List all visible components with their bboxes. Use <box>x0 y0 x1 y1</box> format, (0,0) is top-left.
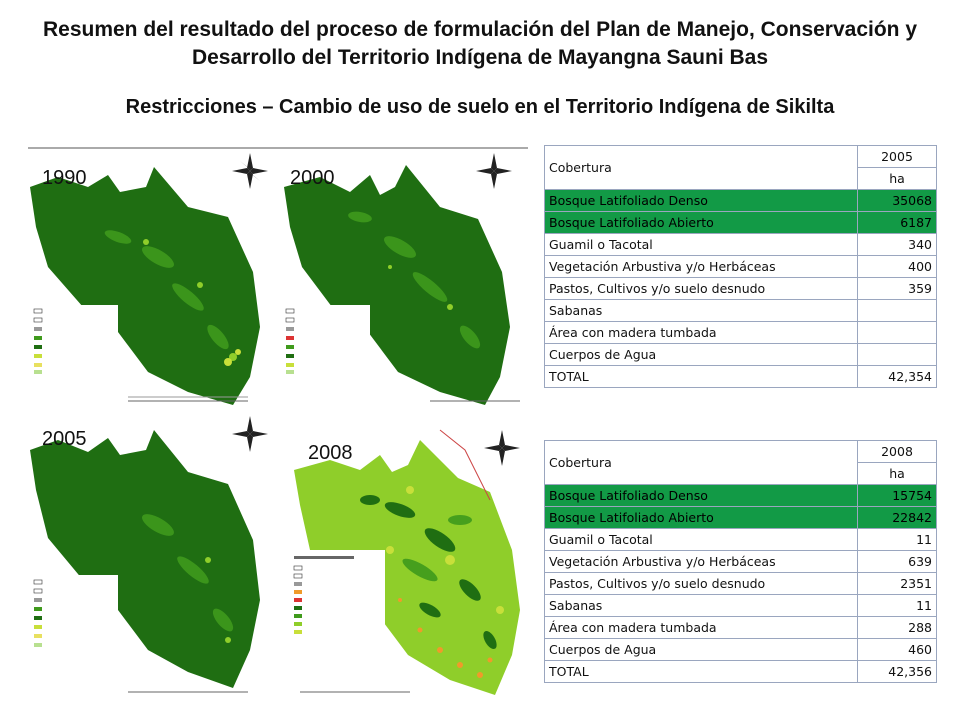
cover-label: Bosque Latifoliado Abierto <box>543 211 859 234</box>
cover-value: 35068 <box>857 189 937 212</box>
cover-label: Guamil o Tacotal <box>543 233 859 256</box>
cover-label: Bosque Latifoliado Denso <box>543 484 859 507</box>
cover-value: 22842 <box>857 506 937 529</box>
map-2005: 2005 <box>28 410 280 700</box>
table-row: Bosque Latifoliado Abierto 6187 <box>543 211 937 234</box>
map-1990: 1990 <box>28 147 280 409</box>
cover-value: 340 <box>857 233 937 256</box>
cover-label: TOTAL <box>543 365 859 388</box>
map-2008: 2008 <box>290 410 528 700</box>
cover-value: 15754 <box>857 484 937 507</box>
table-header-row: Cobertura 2005 <box>543 145 937 190</box>
table-header-row: Cobertura 2008 <box>543 440 937 485</box>
cover-value: 2351 <box>857 572 937 595</box>
compass-rose-icon <box>232 153 268 189</box>
year-header: 2005 <box>857 145 937 168</box>
map-year-label: 2000 <box>290 167 335 189</box>
compass-rose-icon <box>484 430 520 466</box>
cover-label: Sabanas <box>543 594 859 617</box>
cover-label: Cuerpos de Agua <box>543 343 859 366</box>
map-2000: 2000 <box>280 147 528 409</box>
table-row: Pastos, Cultivos y/o suelo desnudo 2351 <box>543 572 937 595</box>
cover-value <box>857 343 937 366</box>
cobertura-header: Cobertura <box>543 145 859 190</box>
table-row: Bosque Latifoliado Abierto 22842 <box>543 506 937 529</box>
table-row: Cuerpos de Agua <box>543 343 937 366</box>
table-row: Vegetación Arbustiva y/o Herbáceas 400 <box>543 255 937 278</box>
table-row: Pastos, Cultivos y/o suelo desnudo 359 <box>543 277 937 300</box>
table-row: Sabanas 11 <box>543 594 937 617</box>
unit-header: ha <box>857 462 937 485</box>
map-year-label: 2008 <box>308 442 353 464</box>
cover-table-2005: Cobertura 2005 ha Bosque Latifoliado Denso 3… <box>543 145 937 388</box>
cobertura-header: Cobertura <box>543 440 859 485</box>
compass-rose-icon <box>232 416 268 452</box>
map-year-label: 1990 <box>42 167 87 189</box>
table-row: Bosque Latifoliado Denso 15754 <box>543 484 937 507</box>
cover-value: 639 <box>857 550 937 573</box>
table-row: Área con madera tumbada <box>543 321 937 344</box>
table-row: TOTAL 42,356 <box>543 660 937 683</box>
cover-value: 42,354 <box>857 365 937 388</box>
cover-value: 42,356 <box>857 660 937 683</box>
table-row: Guamil o Tacotal 11 <box>543 528 937 551</box>
cover-table-2008: Cobertura 2008 ha Bosque Latifoliado Denso 1… <box>543 440 937 683</box>
cover-value: 6187 <box>857 211 937 234</box>
table-row: Bosque Latifoliado Denso 35068 <box>543 189 937 212</box>
cover-label: Sabanas <box>543 299 859 322</box>
unit-header: ha <box>857 167 937 190</box>
table-row: Área con madera tumbada 288 <box>543 616 937 639</box>
cover-value: 359 <box>857 277 937 300</box>
cover-label: Vegetación Arbustiva y/o Herbáceas <box>543 255 859 278</box>
cover-value: 460 <box>857 638 937 661</box>
cover-label: Guamil o Tacotal <box>543 528 859 551</box>
page-title: Resumen del resultado del proceso de for… <box>42 18 918 69</box>
map-year-label: 2005 <box>42 428 87 450</box>
cover-label: Vegetación Arbustiva y/o Herbáceas <box>543 550 859 573</box>
cover-value <box>857 321 937 344</box>
map-2005-image <box>30 416 268 693</box>
cover-value: 11 <box>857 594 937 617</box>
table-row: TOTAL 42,354 <box>543 365 937 388</box>
cover-label: Bosque Latifoliado Abierto <box>543 506 859 529</box>
year-header: 2008 <box>857 440 937 463</box>
cover-value: 11 <box>857 528 937 551</box>
cover-label: Área con madera tumbada <box>543 616 859 639</box>
table-row: Sabanas <box>543 299 937 322</box>
cover-label: TOTAL <box>543 660 859 683</box>
cover-label: Bosque Latifoliado Denso <box>543 189 859 212</box>
compass-rose-icon <box>476 153 512 189</box>
table-row: Cuerpos de Agua 460 <box>543 638 937 661</box>
cover-value <box>857 299 937 322</box>
cover-value: 288 <box>857 616 937 639</box>
table-row: Guamil o Tacotal 340 <box>543 233 937 256</box>
cover-label: Pastos, Cultivos y/o suelo desnudo <box>543 277 859 300</box>
cover-value: 400 <box>857 255 937 278</box>
cover-label: Cuerpos de Agua <box>543 638 859 661</box>
table-row: Vegetación Arbustiva y/o Herbáceas 639 <box>543 550 937 573</box>
page-subtitle: Restricciones – Cambio de uso de suelo e… <box>125 96 835 118</box>
cover-label: Área con madera tumbada <box>543 321 859 344</box>
cover-label: Pastos, Cultivos y/o suelo desnudo <box>543 572 859 595</box>
